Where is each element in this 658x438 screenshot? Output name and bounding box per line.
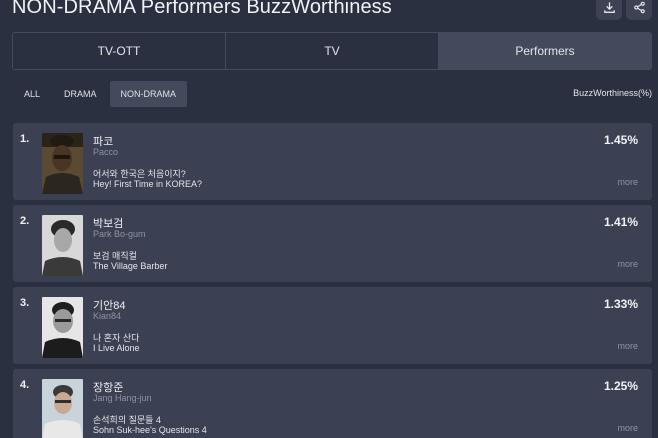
- ranking-card[interactable]: 2. 박보검 Park Bo-gum 보검 매직컬 The Village Ba…: [13, 205, 652, 282]
- ranking-card[interactable]: 3. 기안84 Kian84 나 혼자 산다 I Live Alone 1.33…: [13, 287, 652, 364]
- performer-photo: [42, 215, 83, 276]
- rank-number: 1.: [20, 133, 30, 145]
- download-button[interactable]: [596, 0, 622, 20]
- performer-photo: [42, 133, 83, 194]
- show-title-english: Hey! First Time in KOREA?: [93, 179, 203, 189]
- performer-photo: [42, 297, 83, 358]
- more-link[interactable]: more: [617, 423, 638, 433]
- rank-number: 3.: [20, 297, 30, 309]
- more-link[interactable]: more: [617, 177, 638, 187]
- metric-column-label: BuzzWorthiness(%): [573, 88, 652, 98]
- tab-tv[interactable]: TV: [226, 33, 439, 69]
- share-button[interactable]: [626, 0, 652, 20]
- show-title-english: The Village Barber: [93, 261, 168, 271]
- buzz-percent: 1.33%: [603, 297, 638, 311]
- buzz-percent: 1.25%: [603, 379, 638, 393]
- genre-filters: ALL DRAMA NON-DRAMA: [13, 81, 188, 107]
- performer-name-english: Park Bo-gum: [93, 229, 146, 239]
- filter-non-drama[interactable]: NON-DRAMA: [109, 81, 188, 107]
- share-icon: [633, 1, 645, 13]
- buzz-percent: 1.45%: [603, 133, 638, 147]
- performer-name-english: Kian84: [93, 311, 122, 321]
- filter-all[interactable]: ALL: [13, 81, 51, 107]
- tab-tv-ott[interactable]: TV-OTT: [13, 33, 226, 69]
- more-link[interactable]: more: [617, 341, 638, 351]
- more-link[interactable]: more: [617, 259, 638, 269]
- performer-name-english: Pacco: [93, 147, 119, 157]
- buzz-percent: 1.41%: [603, 215, 638, 229]
- performer-photo: [42, 379, 83, 438]
- rank-number: 4.: [20, 379, 30, 391]
- ranking-card[interactable]: 4. 장항준 Jang Hang-jun 손석희의 질문들 4 Sohn Suk…: [13, 369, 652, 438]
- performer-name-english: Jang Hang-jun: [93, 393, 152, 403]
- download-icon: [603, 1, 615, 13]
- rank-number: 2.: [20, 215, 30, 227]
- show-title-english: I Live Alone: [93, 343, 140, 353]
- page-title: NON-DRAMA Performers BuzzWorthiness: [12, 0, 392, 18]
- category-tabs: TV-OTT TV Performers: [12, 32, 652, 70]
- filter-drama[interactable]: DRAMA: [53, 81, 108, 107]
- tab-performers[interactable]: Performers: [439, 33, 651, 69]
- ranking-card[interactable]: 1. 파코 Pacco 어서와 한국은 처음이지? Hey! First Tim…: [13, 123, 652, 200]
- show-title-english: Sohn Suk-hee's Questions 4: [93, 425, 207, 435]
